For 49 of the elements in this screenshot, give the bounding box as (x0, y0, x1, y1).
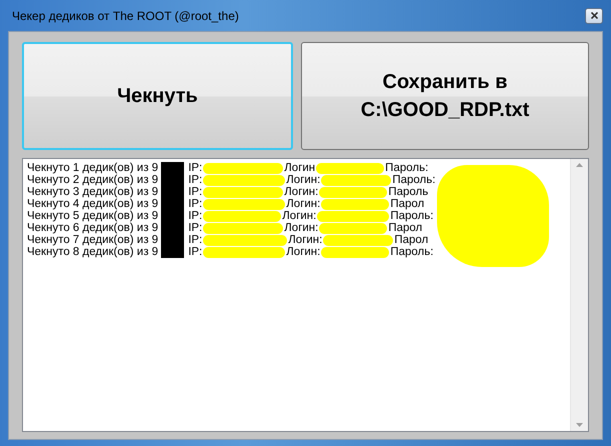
login-label: Логин: (284, 222, 318, 234)
log-status: Чекнуто 5 дедик(ов) из 9 (27, 210, 158, 222)
password-label: Пароль: (390, 210, 434, 222)
redaction-mark (161, 162, 184, 174)
ip-label: IP: (188, 222, 202, 234)
ip-label: IP: (188, 174, 202, 186)
close-button[interactable] (585, 8, 603, 24)
redaction-mark (321, 174, 392, 186)
log-status: Чекнуто 8 дедик(ов) из 9 (27, 246, 158, 258)
scrollbar[interactable] (570, 159, 588, 431)
login-label: Логин: (286, 198, 320, 210)
password-label: Пароль: (385, 162, 428, 174)
scroll-down-icon[interactable] (576, 423, 583, 427)
log-status: Чекнуто 6 дедик(ов) из 9 (27, 222, 158, 234)
redaction-mark (319, 186, 388, 198)
ip-label: IP: (188, 186, 202, 198)
login-label: Логин (284, 162, 316, 174)
log-status: Чекнуто 7 дедик(ов) из 9 (27, 234, 158, 246)
close-icon (590, 12, 598, 19)
ip-label: IP: (188, 234, 202, 246)
redaction-mark (316, 162, 384, 174)
password-label: Парол (388, 222, 422, 234)
redaction-mark (319, 222, 388, 234)
password-label: Пароль: (392, 174, 436, 186)
login-label: Логин: (282, 210, 316, 222)
login-label: Логин: (288, 234, 322, 246)
redaction-mark (161, 246, 184, 258)
redaction-mark (321, 198, 390, 210)
password-label: Пароль: (390, 246, 434, 258)
ip-label: IP: (188, 210, 202, 222)
log-status: Чекнуто 2 дедик(ов) из 9 (27, 174, 158, 186)
ip-label: IP: (188, 246, 202, 258)
log-status: Чекнуто 1 дедик(ов) из 9 (27, 162, 158, 174)
login-label: Логин: (286, 174, 320, 186)
redaction-mark (321, 246, 390, 258)
ip-label: IP: (188, 198, 202, 210)
action-button[interactable]: Чекнуть (22, 42, 293, 150)
ip-label: IP: (188, 162, 202, 174)
password-label: Парол (394, 234, 428, 246)
log-status: Чекнуто 3 дедик(ов) из 9 (27, 186, 158, 198)
action-button[interactable]: Сохранить в C:\GOOD_RDP.txt (301, 42, 589, 150)
password-label: Пароль (388, 186, 428, 198)
window-title: Чекер дедиков от The ROOT (@root_the) (11, 8, 239, 22)
scroll-up-icon[interactable] (576, 163, 583, 167)
login-label: Логин: (286, 246, 320, 258)
password-label: Парол (390, 198, 424, 210)
log-status: Чекнуто 4 дедик(ов) из 9 (27, 198, 158, 210)
redaction-mark (323, 234, 394, 246)
login-label: Логин: (284, 186, 318, 198)
